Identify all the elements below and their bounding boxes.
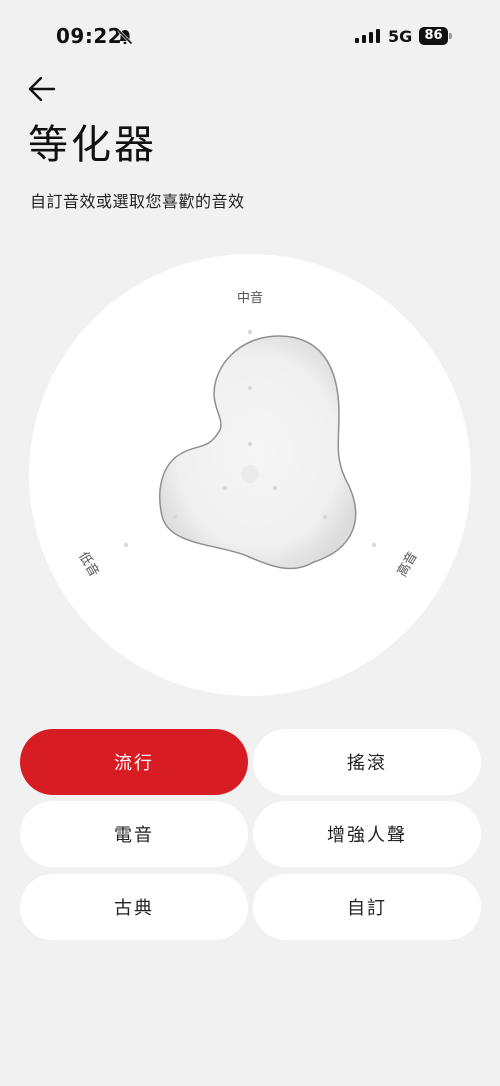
equalizer-graphic [123,329,377,570]
equalizer-shape[interactable] [159,335,357,570]
preset-electronic-button[interactable]: 電音 [20,801,248,867]
page-subtitle: 自訂音效或選取您喜歡的音效 [30,192,245,211]
preset-custom-button[interactable]: 自訂 [253,874,481,940]
back-arrow-icon[interactable] [26,72,60,106]
status-bar: 09:22 5G 86 [0,0,500,72]
preset-vocal-boost-button[interactable]: 增強人聲 [253,801,481,867]
preset-rock-button[interactable]: 搖滾 [253,729,481,795]
preset-pop-button[interactable]: 流行 [20,729,248,795]
battery-tip [449,33,452,39]
signal-icon [355,29,380,43]
equalizer-pad[interactable]: 中音 低音 高音 [29,254,471,696]
status-time: 09:22 [56,24,123,48]
battery-indicator: 86 [419,27,453,45]
network-type: 5G [388,27,413,46]
battery-level: 86 [424,28,443,43]
center-dot [241,465,259,483]
bell-muted-icon [117,29,133,45]
mid-label: 中音 [237,291,264,306]
preset-classical-button[interactable]: 古典 [20,874,248,940]
page-title: 等化器 [28,122,157,168]
